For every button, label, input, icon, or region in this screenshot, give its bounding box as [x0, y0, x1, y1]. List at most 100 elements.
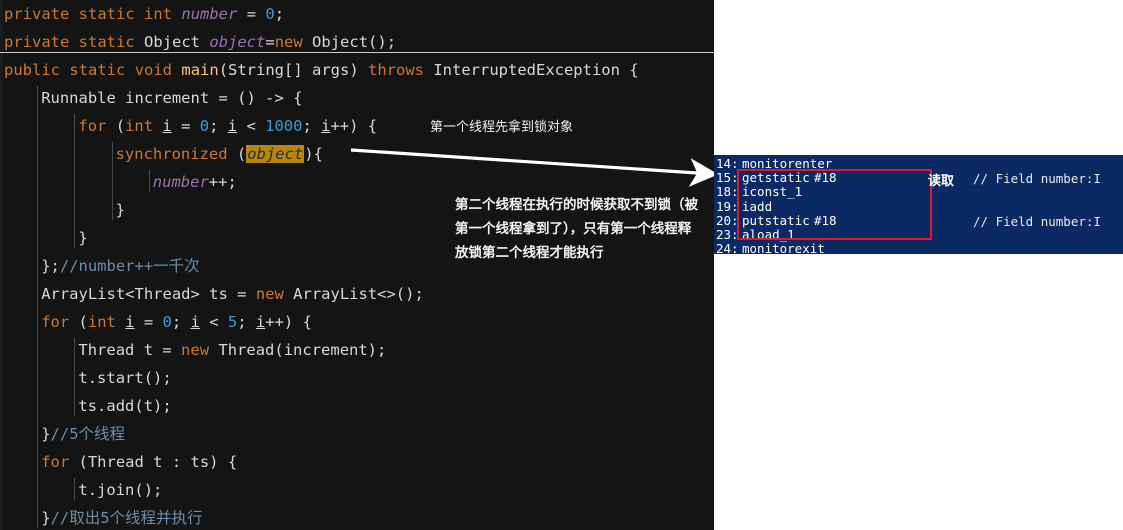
code-token: Thread(increment); — [209, 341, 387, 359]
code-token: 0 — [265, 5, 275, 23]
bytecode-comment: // Field number:I — [973, 213, 1101, 229]
indent-guide-line — [148, 170, 150, 192]
code-token: //取出5个线程并执行 — [50, 509, 203, 527]
code-line[interactable]: }//取出5个线程并执行 — [41, 504, 202, 530]
code-token: for — [41, 313, 70, 331]
code-line[interactable]: t.start(); — [78, 364, 171, 392]
code-token: for — [78, 117, 107, 135]
code-token: ( — [227, 145, 247, 163]
code-token: static — [69, 61, 126, 79]
code-line[interactable]: Runnable increment = () -> { — [41, 84, 302, 112]
code-token: 0 — [162, 313, 172, 331]
bytecode-line-number: 24: — [716, 241, 739, 254]
code-editor-panel[interactable]: private static int number = 0; private st… — [0, 0, 714, 530]
code-token: ; — [302, 117, 322, 135]
code-token: i — [227, 117, 238, 135]
bytecode-line-number: 23: — [716, 227, 739, 242]
code-token: ; — [274, 5, 285, 23]
bytecode-opcode: monitorexit — [742, 241, 825, 254]
code-token: } — [115, 201, 125, 219]
code-token: int — [125, 117, 154, 135]
code-line[interactable]: ArrayList<Thread> ts = new ArrayList<>()… — [41, 280, 424, 308]
code-token: 0 — [199, 117, 210, 135]
code-token: 5 — [227, 313, 238, 331]
bytecode-line-number: 14: — [716, 156, 739, 171]
code-line[interactable]: synchronized (object){ — [116, 140, 323, 168]
code-token: = — [171, 117, 200, 135]
code-line[interactable]: for (int i = 0; i < 1000; i++) { — [78, 112, 377, 140]
code-token: }; — [41, 257, 60, 275]
code-line[interactable]: public static void main(String[] args) t… — [4, 56, 639, 84]
bytecode-row: 20: putstatic #18 — [716, 212, 874, 228]
code-token: ; — [237, 313, 256, 331]
code-token: main — [181, 61, 219, 79]
code-token: = — [134, 313, 163, 331]
code-token: Thread t = — [78, 341, 182, 359]
bytecode-opcode: iconst_1 — [742, 184, 803, 200]
code-token: 1000 — [265, 117, 303, 135]
bytecode-opcode: getstatic — [742, 170, 810, 186]
code-token: ( — [106, 117, 126, 135]
code-line[interactable]: } — [116, 196, 125, 224]
bytecode-opcode: putstatic — [742, 212, 810, 228]
bytecode-operand: #18 — [814, 212, 837, 228]
code-token: = — [265, 33, 275, 51]
code-token: number — [152, 173, 209, 191]
code-token: } — [41, 509, 51, 527]
code-token: } — [78, 229, 88, 247]
code-line[interactable]: for (Thread t : ts) { — [41, 448, 237, 476]
code-line[interactable]: } — [78, 224, 87, 252]
bytecode-line-number: 19: — [716, 198, 739, 214]
code-token: Object — [144, 33, 201, 51]
code-token: i — [125, 313, 135, 331]
code-token: ArrayList<Thread> ts = — [41, 285, 256, 303]
bytecode-row: 24: monitorexit — [716, 241, 874, 254]
annotation-second-thread: 第二个线程在执行的时候获取不到锁（被 第一个线程拿到了），只有第一个线程释 放锁… — [455, 197, 698, 261]
code-token: ; — [386, 33, 397, 51]
code-token: i — [162, 117, 172, 135]
indent-guide-line — [74, 338, 76, 416]
bytecode-row: 23: aload_1 — [716, 227, 874, 242]
code-token: ++; — [208, 173, 237, 191]
indent-guide-line — [74, 114, 76, 248]
code-token: static — [78, 33, 135, 51]
code-line[interactable]: ts.add(t); — [78, 392, 171, 420]
code-token: private — [4, 33, 70, 51]
code-token: //number++一千次 — [59, 257, 200, 275]
code-token: for — [41, 453, 70, 471]
code-line[interactable]: private static Object object=new Object(… — [4, 28, 396, 56]
code-token: Object — [302, 33, 369, 51]
bytecode-line-number: 18: — [716, 184, 739, 200]
bytecode-line-number: 15: — [716, 170, 739, 186]
code-token: t.start(); — [78, 369, 172, 387]
code-token: int — [144, 5, 173, 23]
code-line[interactable]: }//5个线程 — [41, 420, 125, 448]
code-token: (String[] args) — [218, 61, 368, 79]
bytecode-line-number: 20: — [716, 212, 739, 228]
bytecode-comment: // Field number:I — [973, 171, 1101, 187]
code-line[interactable]: for (int i = 0; i < 5; i++) { — [41, 308, 312, 336]
bytecode-disassembly-panel[interactable]: 14: monitorenter 15: getstatic #18 18: iconst_… — [714, 155, 1123, 254]
code-token: ( — [69, 313, 88, 331]
bytecode-read-label: 读取 — [928, 174, 955, 189]
code-token: int — [87, 313, 116, 331]
code-line[interactable]: t.join(); — [78, 476, 162, 504]
code-line[interactable]: Thread t = new Thread(increment); — [78, 336, 386, 364]
code-token: ArrayList<>(); — [283, 285, 424, 303]
code-token: InterruptedException { — [424, 61, 639, 79]
code-token: i — [255, 313, 266, 331]
code-token: throws — [368, 61, 424, 79]
code-token: object — [209, 33, 266, 51]
code-line[interactable]: };//number++一千次 — [41, 252, 200, 280]
code-line[interactable]: private static int number = 0; — [4, 0, 284, 28]
code-line[interactable]: number++; — [153, 168, 237, 196]
code-token: ){ — [304, 145, 323, 163]
